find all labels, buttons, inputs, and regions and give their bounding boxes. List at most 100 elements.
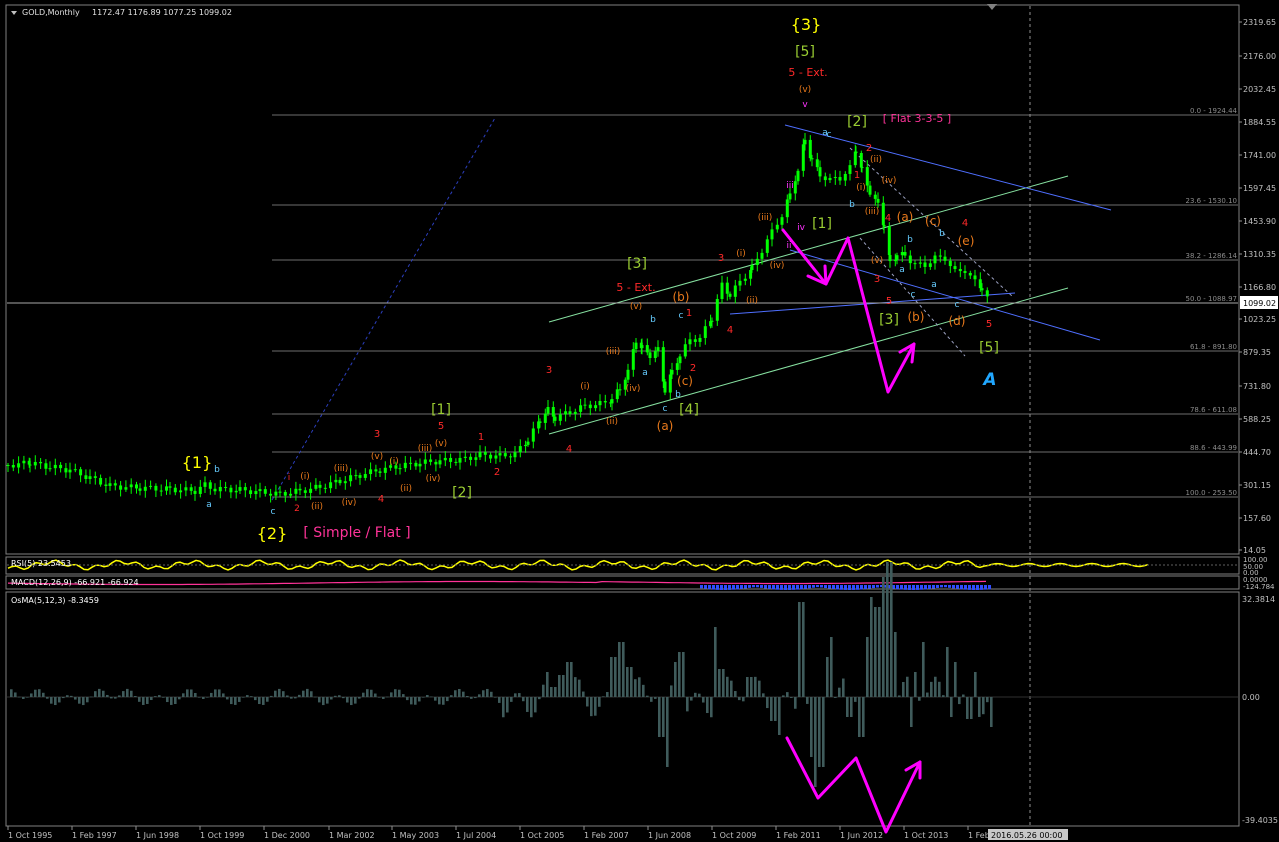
candle-body — [703, 326, 707, 338]
symbol-header: GOLD,Monthly 1172.47 1176.89 1077.25 109… — [11, 8, 232, 17]
candle-body — [198, 486, 202, 494]
osma-bar — [810, 697, 813, 757]
macd-bar — [808, 585, 811, 589]
wave-label: 4 — [727, 325, 733, 336]
symbol-caption: GOLD,Monthly — [22, 8, 80, 17]
osma-bar — [582, 691, 585, 697]
wave-label: 1 — [686, 308, 692, 319]
osma-bar — [726, 676, 729, 697]
macd-bar — [864, 585, 867, 590]
candle-body — [93, 476, 97, 478]
macd-bar — [916, 585, 919, 590]
candle-body — [656, 347, 660, 352]
candle-body — [634, 342, 638, 350]
macd-bar — [896, 585, 899, 590]
osma-bar — [410, 697, 413, 705]
candle-body — [943, 256, 947, 261]
osma-bar — [554, 687, 557, 697]
osma-bar — [798, 602, 801, 697]
osma-bar — [46, 697, 49, 699]
osma-bar — [146, 697, 149, 704]
candle-body — [793, 181, 797, 194]
candle-body — [374, 469, 378, 472]
candle-body — [760, 252, 764, 259]
osma-bar — [670, 685, 673, 697]
candle-body — [558, 414, 562, 421]
osma-bar — [282, 691, 285, 697]
macd-bar — [868, 585, 871, 589]
candle-body — [770, 229, 774, 240]
wave-label: (ii) — [870, 155, 882, 165]
osma-bar — [854, 697, 857, 702]
osma-bar — [158, 695, 161, 697]
candle-body — [618, 389, 622, 391]
osma-bar — [498, 697, 501, 703]
osma-bar — [886, 562, 889, 697]
wave-label: 4 — [378, 494, 384, 505]
osma-bar — [22, 697, 25, 699]
wave-label: 3 — [874, 274, 880, 285]
osma-bar — [126, 688, 129, 697]
osma-bar — [986, 697, 989, 703]
osma-bar — [74, 697, 77, 700]
candle-body — [363, 474, 367, 478]
candle-body — [258, 489, 262, 492]
candle-body — [343, 481, 347, 484]
osma-bar — [510, 697, 513, 702]
candle-body — [598, 401, 602, 406]
wave-label: (iv) — [770, 261, 785, 271]
wave-label: (b) — [908, 310, 925, 324]
osma-bar — [914, 672, 917, 697]
candle-body — [838, 177, 842, 181]
osma-bar — [338, 695, 341, 697]
osma-bar — [90, 696, 93, 698]
osma-bar — [890, 562, 893, 697]
candle-body — [283, 491, 287, 496]
osma-bar — [174, 697, 177, 705]
wave-label: (ii) — [400, 484, 412, 494]
wave-label: a — [899, 265, 905, 275]
osma-bar — [562, 675, 565, 697]
osma-bar — [630, 667, 633, 697]
macd-bar — [940, 585, 943, 588]
osma-bar — [470, 697, 473, 699]
candle-body — [68, 469, 72, 473]
candle-body — [469, 456, 473, 460]
osma-bar — [530, 697, 533, 718]
candle-body — [715, 298, 719, 321]
candle-body — [354, 475, 358, 477]
candle-body — [524, 444, 528, 447]
osma-bar — [822, 697, 825, 767]
time-tick-label: 1 Oct 1999 — [200, 831, 244, 840]
osma-bar — [430, 696, 433, 698]
macd-bar — [800, 585, 803, 590]
osma-bar — [458, 688, 461, 697]
macd-bar — [756, 585, 759, 588]
time-tick-label: 1 Jun 2008 — [648, 831, 691, 840]
osma-bar — [142, 697, 145, 705]
macd-bar — [812, 585, 815, 588]
osma-bar — [646, 695, 649, 697]
osma-bar — [734, 691, 737, 697]
wave-label: (i) — [300, 472, 310, 482]
trading-chart[interactable]: GOLD,Monthly 1172.47 1176.89 1077.25 109… — [0, 0, 1279, 842]
wave-label: b — [214, 465, 220, 475]
candle-body — [725, 282, 729, 294]
candle-body — [48, 468, 52, 470]
osma-bar — [130, 690, 133, 697]
candle-body — [243, 487, 247, 491]
osma-bar — [106, 694, 109, 697]
macd-bar — [836, 585, 839, 590]
wave-label: 4 — [566, 444, 572, 455]
macd-bar — [988, 585, 991, 590]
osma-bar — [478, 694, 481, 697]
candle-body — [398, 468, 402, 470]
candle-body — [973, 275, 977, 280]
macd-bar — [732, 585, 735, 590]
candle-body — [254, 491, 258, 495]
candle-body — [99, 477, 103, 485]
osma-bar — [58, 697, 61, 703]
osma-bar — [178, 697, 181, 700]
osma-scale-top: 32.3814 — [1242, 595, 1275, 604]
osma-bar — [334, 695, 337, 697]
